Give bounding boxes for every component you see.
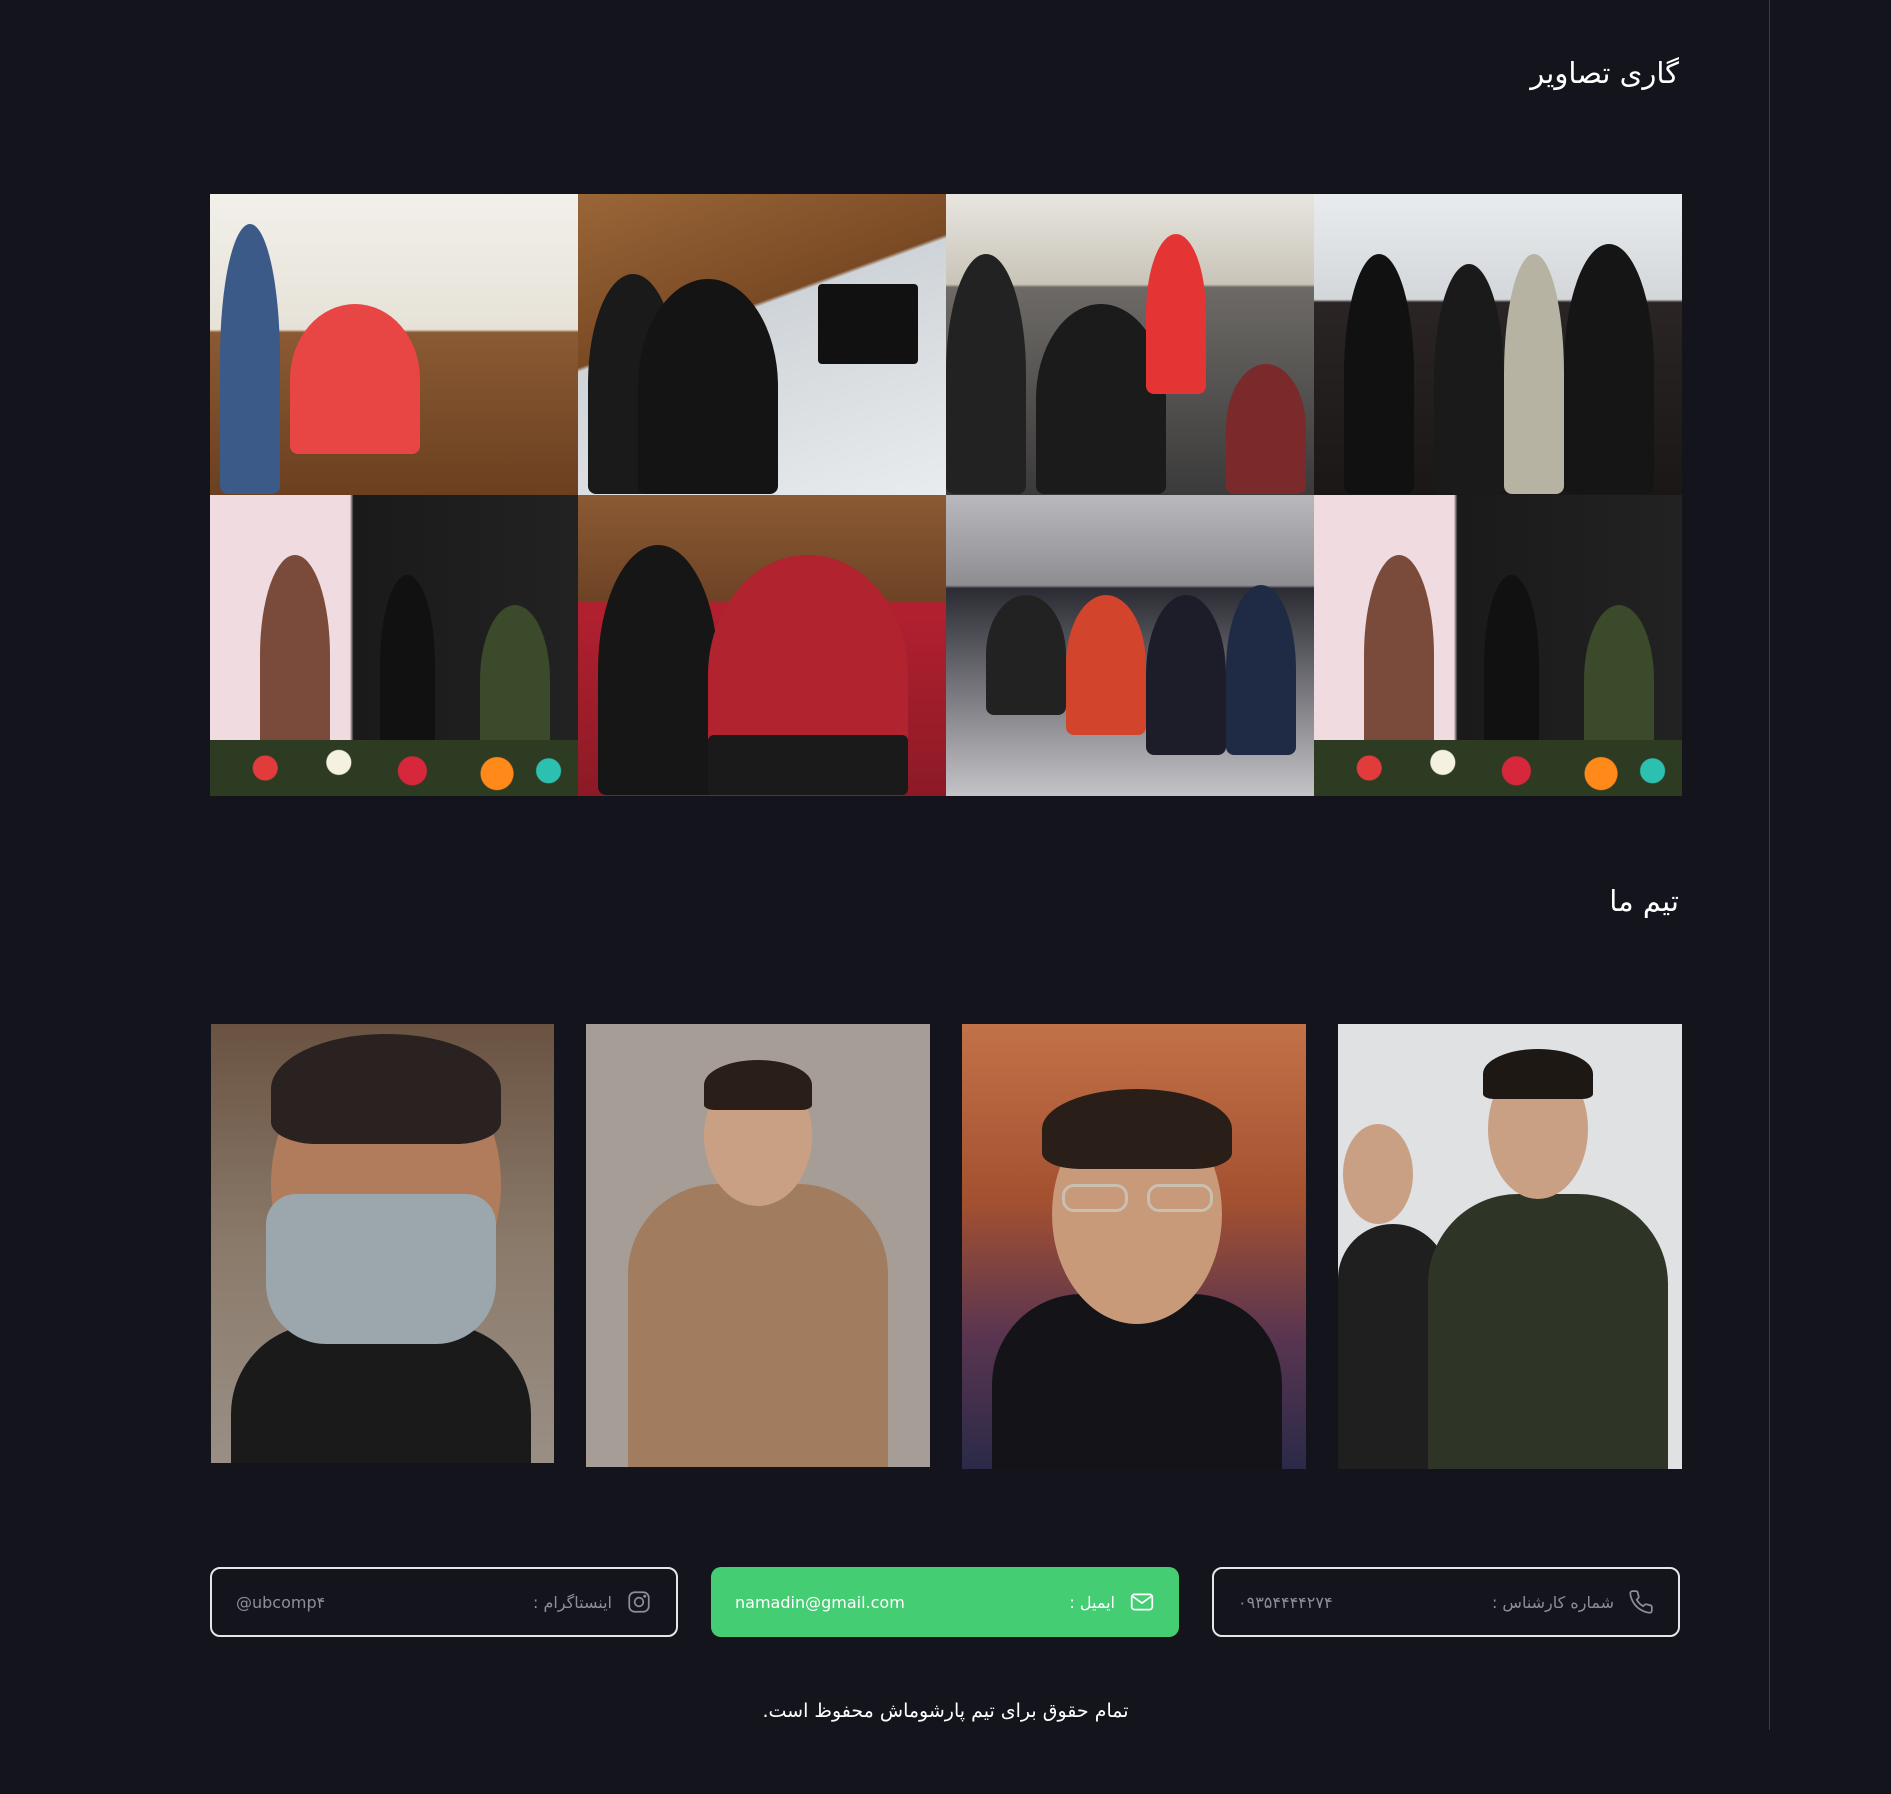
mail-icon — [1130, 1593, 1154, 1611]
email-label: ایمیل : — [1069, 1592, 1115, 1612]
instagram-icon — [628, 1591, 650, 1613]
gallery-photo-8[interactable] — [1314, 495, 1682, 796]
team-member-photo-2[interactable] — [586, 1024, 930, 1467]
gallery-photo-7[interactable] — [946, 495, 1314, 796]
gallery-title: گاری تصاویر — [1530, 56, 1679, 90]
footer-copyright: تمام حقوق برای تیم پارشوماش محفوظ است. — [762, 1700, 1129, 1722]
team-member-photo-1[interactable] — [211, 1024, 554, 1463]
gallery-photo-6[interactable] — [578, 495, 946, 796]
phone-contact-card[interactable]: شماره کارشناس : ۰۹۳۵۴۴۴۴۲۷۴ — [1212, 1567, 1680, 1637]
gallery-photo-4[interactable] — [1314, 194, 1682, 495]
instagram-label: اینستاگرام : — [533, 1592, 612, 1612]
team-member-photo-3[interactable] — [962, 1024, 1306, 1469]
instagram-value: @ubcomp۴ — [236, 1592, 326, 1612]
gallery-photo-5[interactable] — [210, 495, 578, 796]
email-value: namadin@gmail.com — [735, 1592, 905, 1612]
phone-icon — [1629, 1590, 1653, 1614]
phone-label: شماره کارشناس : — [1491, 1592, 1614, 1612]
team-title: تیم ما — [1609, 884, 1679, 918]
gallery-photo-1[interactable] — [210, 194, 578, 495]
photo-gallery — [210, 194, 1682, 796]
vertical-divider — [1769, 0, 1770, 1730]
email-contact-card[interactable]: ایمیل : namadin@gmail.com — [711, 1567, 1179, 1637]
gallery-photo-3[interactable] — [946, 194, 1314, 495]
team-member-photo-4[interactable] — [1338, 1024, 1682, 1469]
instagram-contact-card[interactable]: اینستاگرام : @ubcomp۴ — [210, 1567, 678, 1637]
gallery-photo-2[interactable] — [578, 194, 946, 495]
phone-value: ۰۹۳۵۴۴۴۴۲۷۴ — [1238, 1592, 1333, 1612]
